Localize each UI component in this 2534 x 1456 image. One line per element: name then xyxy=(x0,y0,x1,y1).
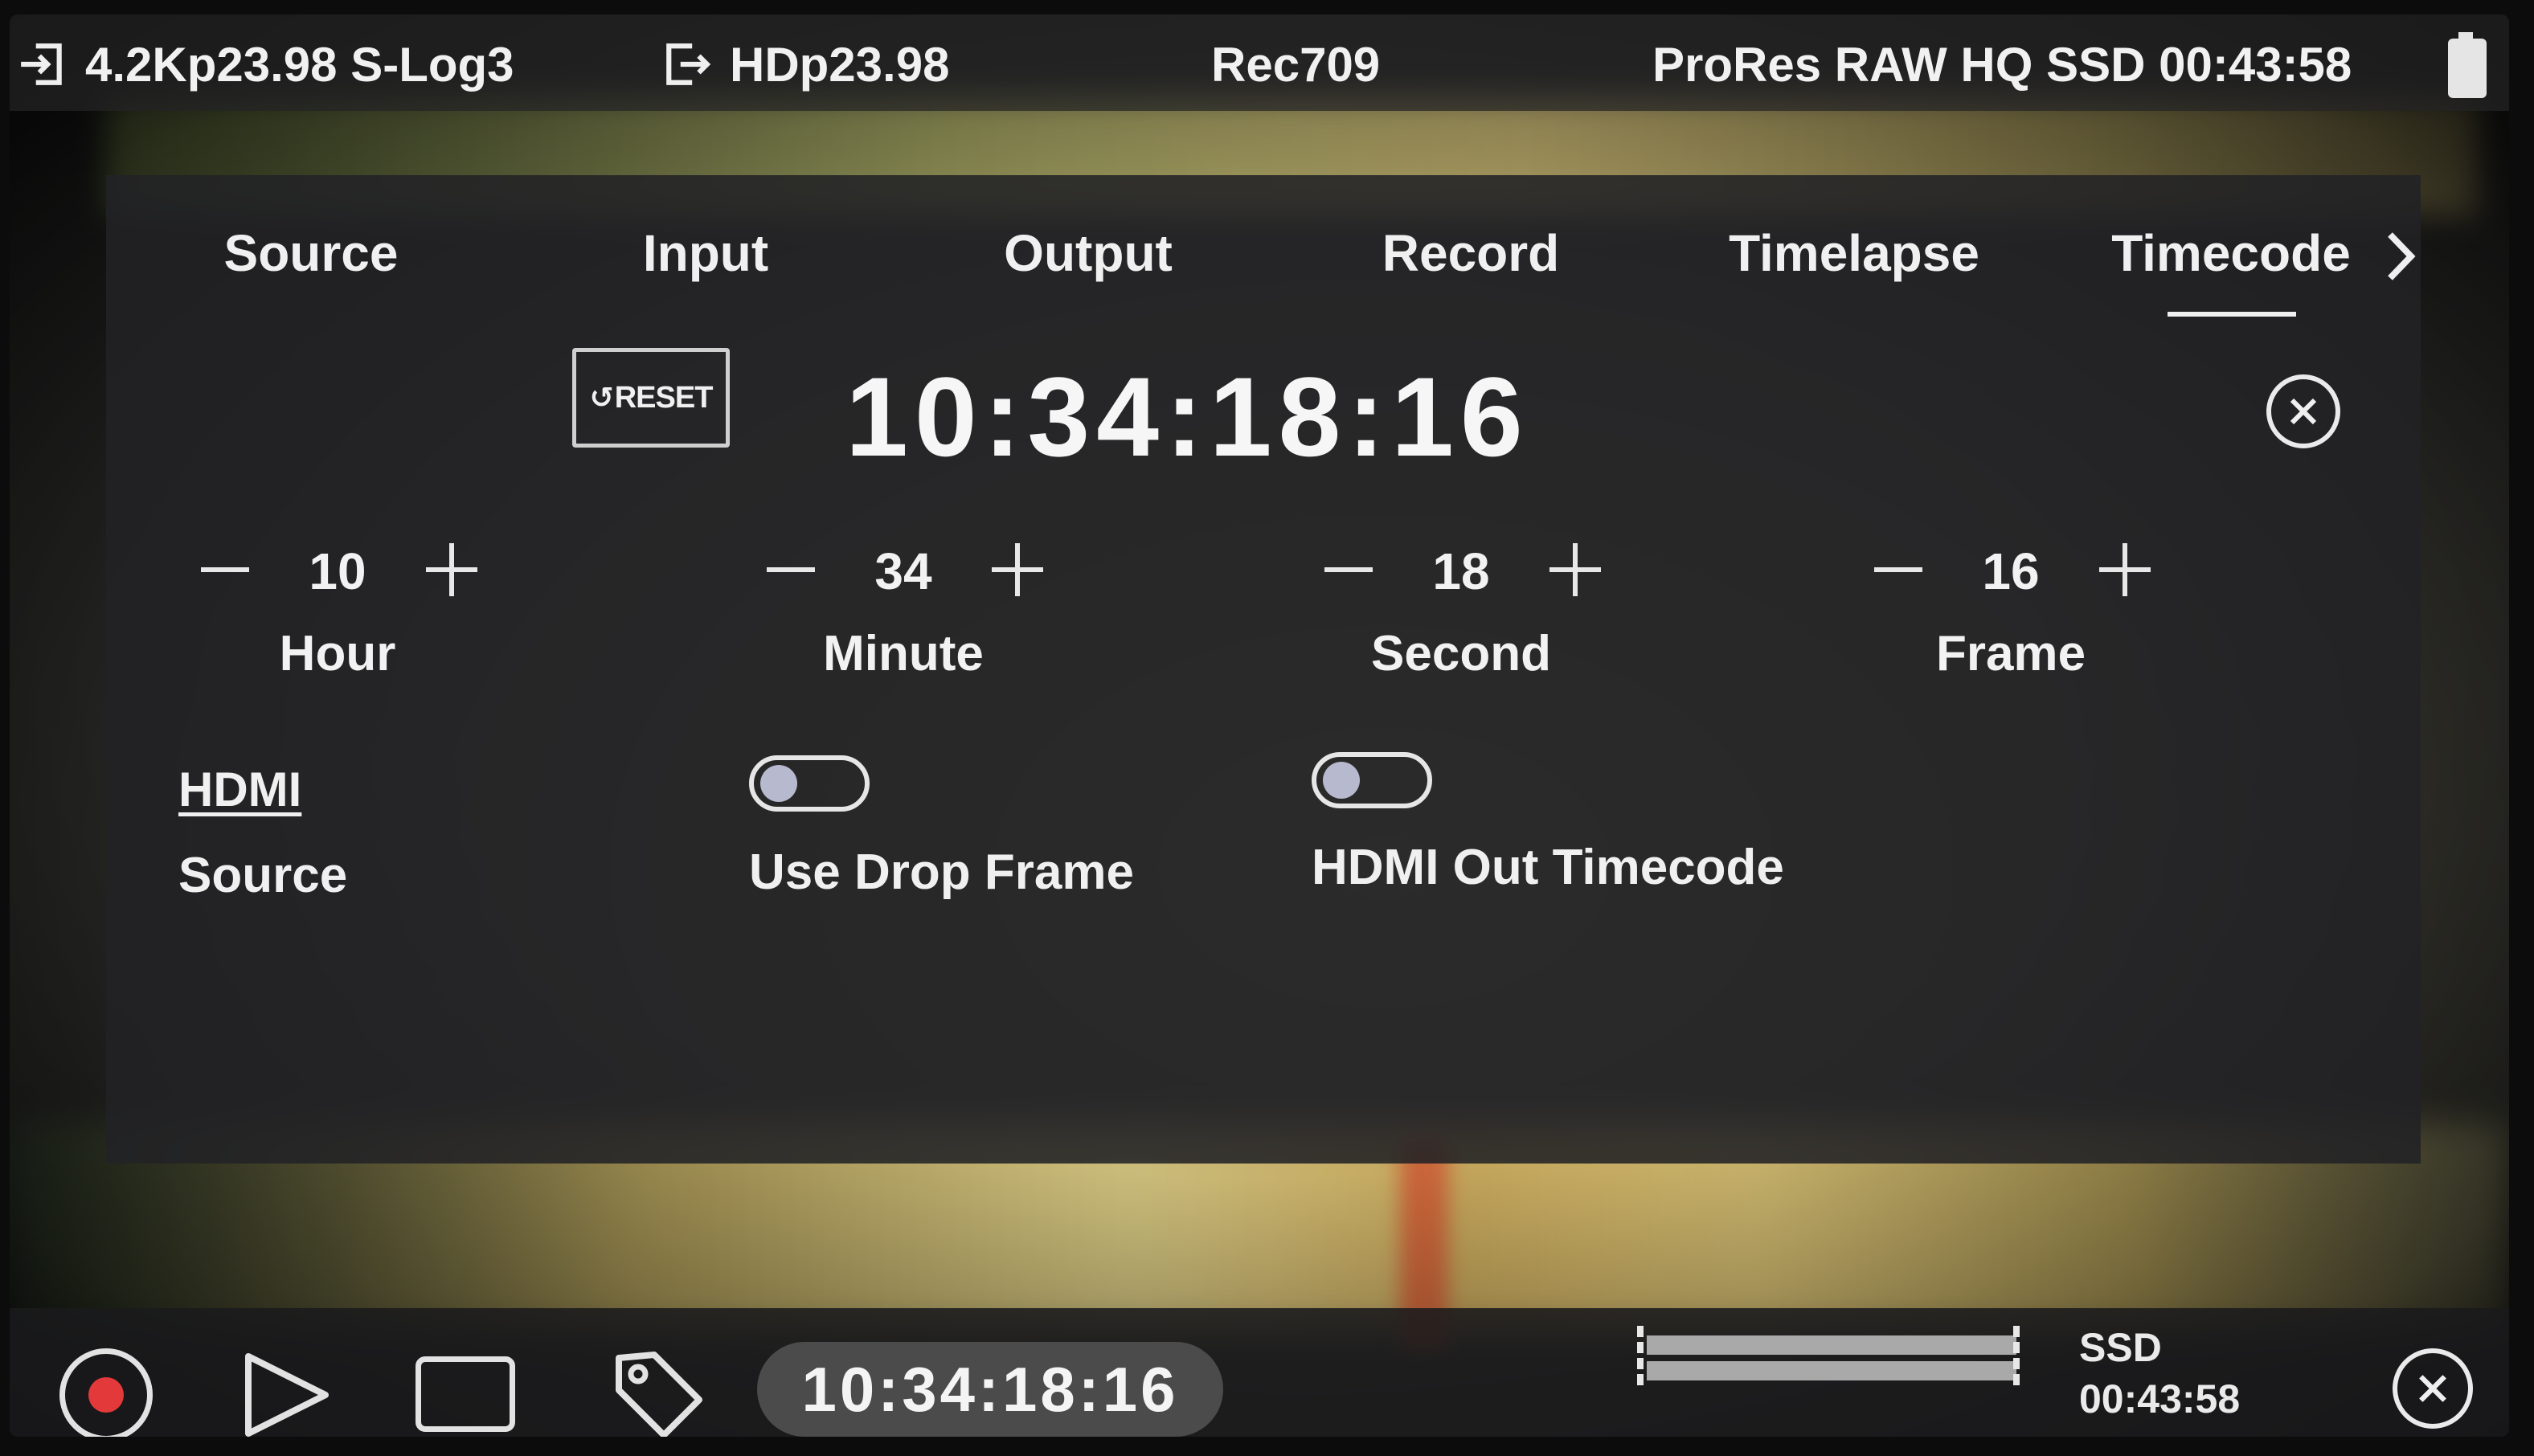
tab-output[interactable]: Output xyxy=(1004,223,1173,283)
hour-label: Hour xyxy=(279,626,396,681)
reset-icon: ↺ xyxy=(589,381,614,414)
tab-timecode[interactable]: Timecode xyxy=(2111,223,2351,283)
second-value: 18 xyxy=(1432,542,1490,600)
transport-bar: 10:34:18:16 SSD 00:43:58 xyxy=(10,1308,2509,1437)
audio-meter-bar xyxy=(1647,1335,2016,1355)
record-format: ProRes RAW HQ SSD 00:43:58 xyxy=(1652,38,2352,92)
timecode-source-selector[interactable]: HDMI xyxy=(178,762,301,817)
tab-source[interactable]: Source xyxy=(224,223,399,283)
lut-label: Rec709 xyxy=(1211,38,1381,92)
monitor-screen: 4.2Kp23.98 S-Log3 HDp23.98 Rec709 ProRes… xyxy=(10,14,2509,1437)
frame-label: Frame xyxy=(1935,626,2086,681)
close-button[interactable] xyxy=(2393,1348,2473,1429)
chevron-right-icon[interactable] xyxy=(2380,228,2421,284)
timecode-display: 10:34:18:16 xyxy=(845,354,1529,480)
drop-frame-toggle[interactable] xyxy=(749,755,870,812)
input-format: 4.2Kp23.98 S-Log3 xyxy=(85,38,514,92)
frame-increment-button[interactable] xyxy=(2091,537,2155,601)
minute-stepper: 34 Minute xyxy=(759,537,1096,697)
reset-button[interactable]: ↺ RESET xyxy=(572,348,730,448)
hdmi-out-timecode-toggle[interactable] xyxy=(1312,752,1432,808)
audio-meter-bar xyxy=(1647,1361,2016,1380)
output-status[interactable]: HDp23.98 xyxy=(662,37,949,92)
minute-decrement-button[interactable] xyxy=(759,537,823,601)
hdmi-out-timecode-label: HDMI Out Timecode xyxy=(1312,840,1784,895)
minute-increment-button[interactable] xyxy=(984,537,1048,601)
second-label: Second xyxy=(1371,626,1551,681)
close-icon xyxy=(2419,1375,2446,1402)
status-bar: 4.2Kp23.98 S-Log3 HDp23.98 Rec709 ProRes… xyxy=(10,14,2509,111)
timecode-source-label: Source xyxy=(178,848,348,903)
second-stepper: 18 Second xyxy=(1316,537,1654,697)
transport-timecode[interactable]: 10:34:18:16 xyxy=(757,1342,1223,1437)
minute-value: 34 xyxy=(874,542,932,600)
battery-icon xyxy=(2448,32,2487,98)
record-status[interactable]: ProRes RAW HQ SSD 00:43:58 xyxy=(1652,37,2352,92)
audio-meter-cap xyxy=(2013,1326,2020,1389)
stop-icon[interactable] xyxy=(416,1356,515,1432)
input-icon xyxy=(21,43,62,85)
second-increment-button[interactable] xyxy=(1541,537,1606,601)
hour-decrement-button[interactable] xyxy=(193,537,257,601)
media-label: SSD xyxy=(2079,1325,2162,1370)
drop-frame-label: Use Drop Frame xyxy=(749,845,1134,900)
tab-timelapse[interactable]: Timelapse xyxy=(1729,223,1979,283)
toggle-knob xyxy=(760,765,797,802)
frame-value: 16 xyxy=(1982,542,2040,600)
tab-input[interactable]: Input xyxy=(643,223,768,283)
active-tab-indicator xyxy=(2168,312,2296,317)
output-format: HDp23.98 xyxy=(730,38,950,92)
remaining-time: 00:43:58 xyxy=(2079,1376,2241,1421)
hour-stepper: 10 Hour xyxy=(193,537,530,697)
tab-record[interactable]: Record xyxy=(1382,223,1560,283)
output-icon xyxy=(666,43,711,85)
toggle-knob xyxy=(1323,762,1360,799)
close-icon xyxy=(2290,398,2317,425)
hour-value: 10 xyxy=(309,542,366,600)
lut-status[interactable]: Rec709 xyxy=(1211,37,1380,92)
record-button[interactable] xyxy=(59,1348,153,1437)
minute-label: Minute xyxy=(823,626,984,681)
input-status[interactable]: 4.2Kp23.98 S-Log3 xyxy=(18,37,514,92)
hour-increment-button[interactable] xyxy=(418,537,482,601)
frame-decrement-button[interactable] xyxy=(1866,537,1930,601)
audio-meter-icon xyxy=(1637,1326,2031,1389)
play-icon[interactable] xyxy=(239,1350,335,1437)
frame-stepper: 16 Frame xyxy=(1866,537,2204,697)
timecode-settings-panel: Source Input Output Record Timelapse Tim… xyxy=(106,175,2421,1164)
audio-meter-cap xyxy=(1637,1326,1644,1389)
record-icon xyxy=(88,1377,124,1413)
close-panel-button[interactable] xyxy=(2266,374,2340,448)
reset-label: RESET xyxy=(614,380,714,415)
tag-icon[interactable] xyxy=(604,1340,709,1437)
second-decrement-button[interactable] xyxy=(1316,537,1381,601)
